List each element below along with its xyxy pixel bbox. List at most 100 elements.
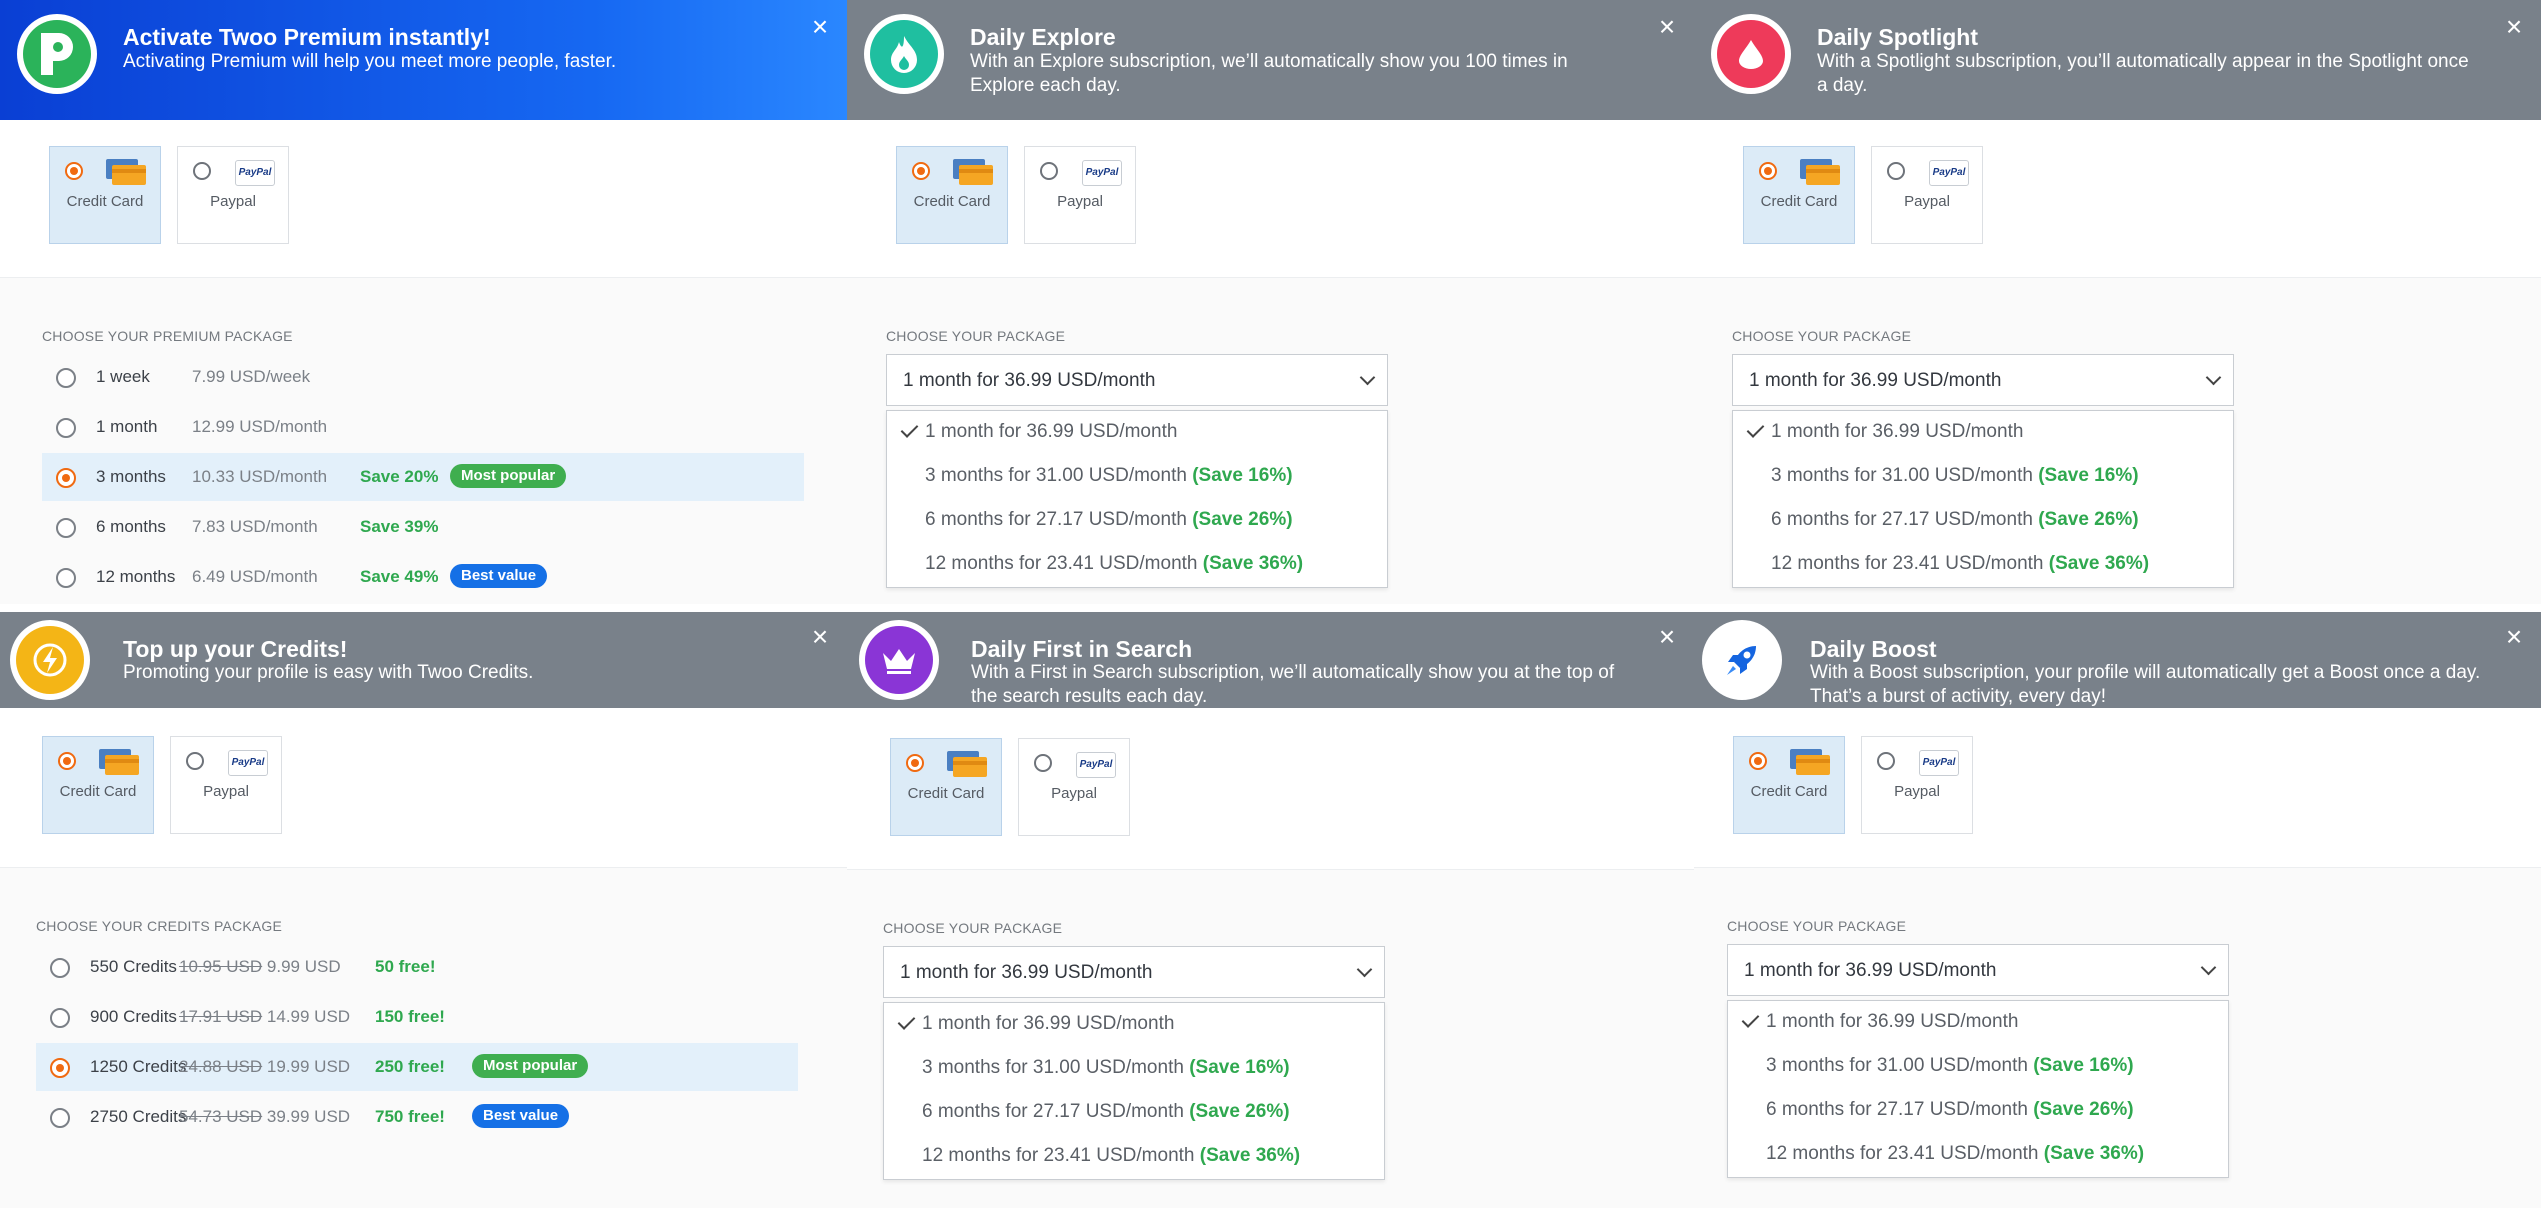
credits-option[interactable]: 550 Credits 10.95 USD 9.99 USD 50 free! xyxy=(36,943,798,991)
credit-card-option[interactable]: Credit Card xyxy=(42,736,154,834)
credit-card-radio[interactable] xyxy=(58,752,76,770)
dropdown-option[interactable]: 6 months for 27.17 USD/month (Save 26%) xyxy=(1728,1089,2228,1133)
dropdown-option[interactable]: 6 months for 27.17 USD/month (Save 26%) xyxy=(887,499,1387,543)
paypal-logo-icon: PayPal xyxy=(235,160,275,186)
paypal-option[interactable]: PayPal Paypal xyxy=(1861,736,1973,834)
credits-option[interactable]: 2750 Credits 54.73 USD 39.99 USD 750 fre… xyxy=(36,1093,798,1141)
paypal-option[interactable]: PayPal Paypal xyxy=(1871,146,1983,244)
credit-card-radio[interactable] xyxy=(65,162,83,180)
package-name: 1250 Credits xyxy=(90,1057,187,1076)
check-icon xyxy=(897,1012,916,1030)
credits-option[interactable]: 1250 Credits 24.88 USD 19.99 USD 250 fre… xyxy=(36,1043,798,1091)
dropdown-option[interactable]: 3 months for 31.00 USD/month (Save 16%) xyxy=(887,455,1387,499)
package-option[interactable]: 6 months 7.83 USD/month Save 39% xyxy=(42,503,804,551)
package-radio[interactable] xyxy=(50,1008,70,1028)
paypal-option[interactable]: PayPal Paypal xyxy=(1024,146,1136,244)
package-save: Save 39% xyxy=(360,517,439,536)
package-name: 2750 Credits xyxy=(90,1107,187,1126)
package-option[interactable]: 3 months 10.33 USD/month Save 20% Most p… xyxy=(42,453,804,501)
package-option[interactable]: 1 month 12.99 USD/month xyxy=(42,403,804,451)
dropdown-option[interactable]: 6 months for 27.17 USD/month (Save 26%) xyxy=(884,1091,1384,1135)
credit-card-icon xyxy=(106,159,146,185)
dropdown-option[interactable]: 1 month for 36.99 USD/month xyxy=(1733,411,2233,455)
credit-card-radio[interactable] xyxy=(906,754,924,772)
paypal-radio[interactable] xyxy=(1877,752,1895,770)
paypal-option[interactable]: PayPal Paypal xyxy=(170,736,282,834)
dropdown-option[interactable]: 12 months for 23.41 USD/month (Save 36%) xyxy=(1728,1133,2228,1177)
dropdown-option[interactable]: 1 month for 36.99 USD/month xyxy=(1728,1001,2228,1045)
package-select[interactable]: 1 month for 36.99 USD/month xyxy=(883,946,1385,998)
banner-title: Activate Twoo Premium instantly! xyxy=(123,24,491,50)
free-credits: 150 free! xyxy=(375,1007,445,1026)
credit-card-radio[interactable] xyxy=(1749,752,1767,770)
dropdown-option[interactable]: 12 months for 23.41 USD/month (Save 36%) xyxy=(884,1135,1384,1179)
credit-card-option[interactable]: Credit Card xyxy=(890,738,1002,836)
credit-card-option[interactable]: Credit Card xyxy=(49,146,161,244)
package-price: 7.83 USD/month xyxy=(192,517,318,536)
package-select[interactable]: 1 month for 36.99 USD/month xyxy=(886,354,1388,406)
dropdown-option[interactable]: 3 months for 31.00 USD/month (Save 16%) xyxy=(1733,455,2233,499)
package-name: 900 Credits xyxy=(90,1007,177,1026)
banner-description: With a Boost subscription, your profile … xyxy=(1810,662,2481,707)
old-price: 17.91 USD xyxy=(179,1007,263,1026)
credit-card-option[interactable]: Credit Card xyxy=(1743,146,1855,244)
most-popular-badge: Most popular xyxy=(472,1054,589,1078)
select-value: 1 month for 36.99 USD/month xyxy=(1744,960,1997,981)
close-icon[interactable]: × xyxy=(2503,13,2525,41)
banner-title: Daily Spotlight xyxy=(1817,24,1978,50)
close-icon[interactable]: × xyxy=(809,623,831,651)
dropdown-option[interactable]: 1 month for 36.99 USD/month xyxy=(884,1003,1384,1047)
dropdown-option[interactable]: 1 month for 36.99 USD/month xyxy=(887,411,1387,455)
credit-card-option[interactable]: Credit Card xyxy=(896,146,1008,244)
package-radio[interactable] xyxy=(56,368,76,388)
dropdown-option[interactable]: 3 months for 31.00 USD/month (Save 16%) xyxy=(1728,1045,2228,1089)
paypal-radio[interactable] xyxy=(193,162,211,180)
dropdown-option[interactable]: 6 months for 27.17 USD/month (Save 26%) xyxy=(1733,499,2233,543)
dropdown-option[interactable]: 12 months for 23.41 USD/month (Save 36%) xyxy=(1733,543,2233,587)
package-radio[interactable] xyxy=(50,1058,70,1078)
close-icon[interactable]: × xyxy=(1656,623,1678,651)
banner-title: Daily Explore xyxy=(970,24,1116,50)
package-option[interactable]: 12 months 6.49 USD/month Save 49% Best v… xyxy=(42,553,804,601)
package-select[interactable]: 1 month for 36.99 USD/month xyxy=(1727,944,2229,996)
paypal-radio[interactable] xyxy=(186,752,204,770)
package-radio[interactable] xyxy=(56,468,76,488)
package-radio[interactable] xyxy=(56,418,76,438)
package-name: 550 Credits xyxy=(90,957,177,976)
package-name: 1 week xyxy=(96,367,150,386)
dropdown-option[interactable]: 12 months for 23.41 USD/month (Save 36%) xyxy=(887,543,1387,587)
new-price: 9.99 USD xyxy=(266,957,341,976)
package-radio[interactable] xyxy=(56,568,76,588)
paypal-radio[interactable] xyxy=(1887,162,1905,180)
paypal-radio[interactable] xyxy=(1034,754,1052,772)
package-radio[interactable] xyxy=(50,958,70,978)
close-icon[interactable]: × xyxy=(809,13,831,41)
credit-card-option[interactable]: Credit Card xyxy=(1733,736,1845,834)
close-icon[interactable]: × xyxy=(2503,623,2525,651)
paypal-label: Paypal xyxy=(1051,785,1097,802)
dropdown-option[interactable]: 3 months for 31.00 USD/month (Save 16%) xyxy=(884,1047,1384,1091)
section-label: CHOOSE YOUR PACKAGE xyxy=(1732,328,1912,344)
close-icon[interactable]: × xyxy=(1656,13,1678,41)
package-option[interactable]: 1 week 7.99 USD/week xyxy=(42,353,804,401)
package-select[interactable]: 1 month for 36.99 USD/month xyxy=(1732,354,2234,406)
package-radio[interactable] xyxy=(50,1108,70,1128)
package-radio[interactable] xyxy=(56,518,76,538)
package-price: 7.99 USD/week xyxy=(192,367,311,386)
chevron-down-icon xyxy=(1356,961,1373,978)
credit-card-radio[interactable] xyxy=(1759,162,1777,180)
credit-card-radio[interactable] xyxy=(912,162,930,180)
most-popular-badge: Most popular xyxy=(450,464,567,488)
best-value-badge: Best value xyxy=(450,564,548,588)
paypal-option[interactable]: PayPal Paypal xyxy=(177,146,289,244)
paypal-option[interactable]: PayPal Paypal xyxy=(1018,738,1130,836)
free-credits: 250 free! xyxy=(375,1057,445,1076)
paypal-radio[interactable] xyxy=(1040,162,1058,180)
credits-panel: Top up your Credits! Promoting your prof… xyxy=(0,604,847,1208)
credit-card-icon xyxy=(1800,159,1840,185)
package-dropdown: 1 month for 36.99 USD/month 3 months for… xyxy=(883,1002,1385,1180)
paypal-label: Paypal xyxy=(203,783,249,800)
banner-description: With a Spotlight subscription, you’ll au… xyxy=(1817,51,2469,96)
paypal-label: Paypal xyxy=(1894,783,1940,800)
credits-option[interactable]: 900 Credits 17.91 USD 14.99 USD 150 free… xyxy=(36,993,798,1041)
